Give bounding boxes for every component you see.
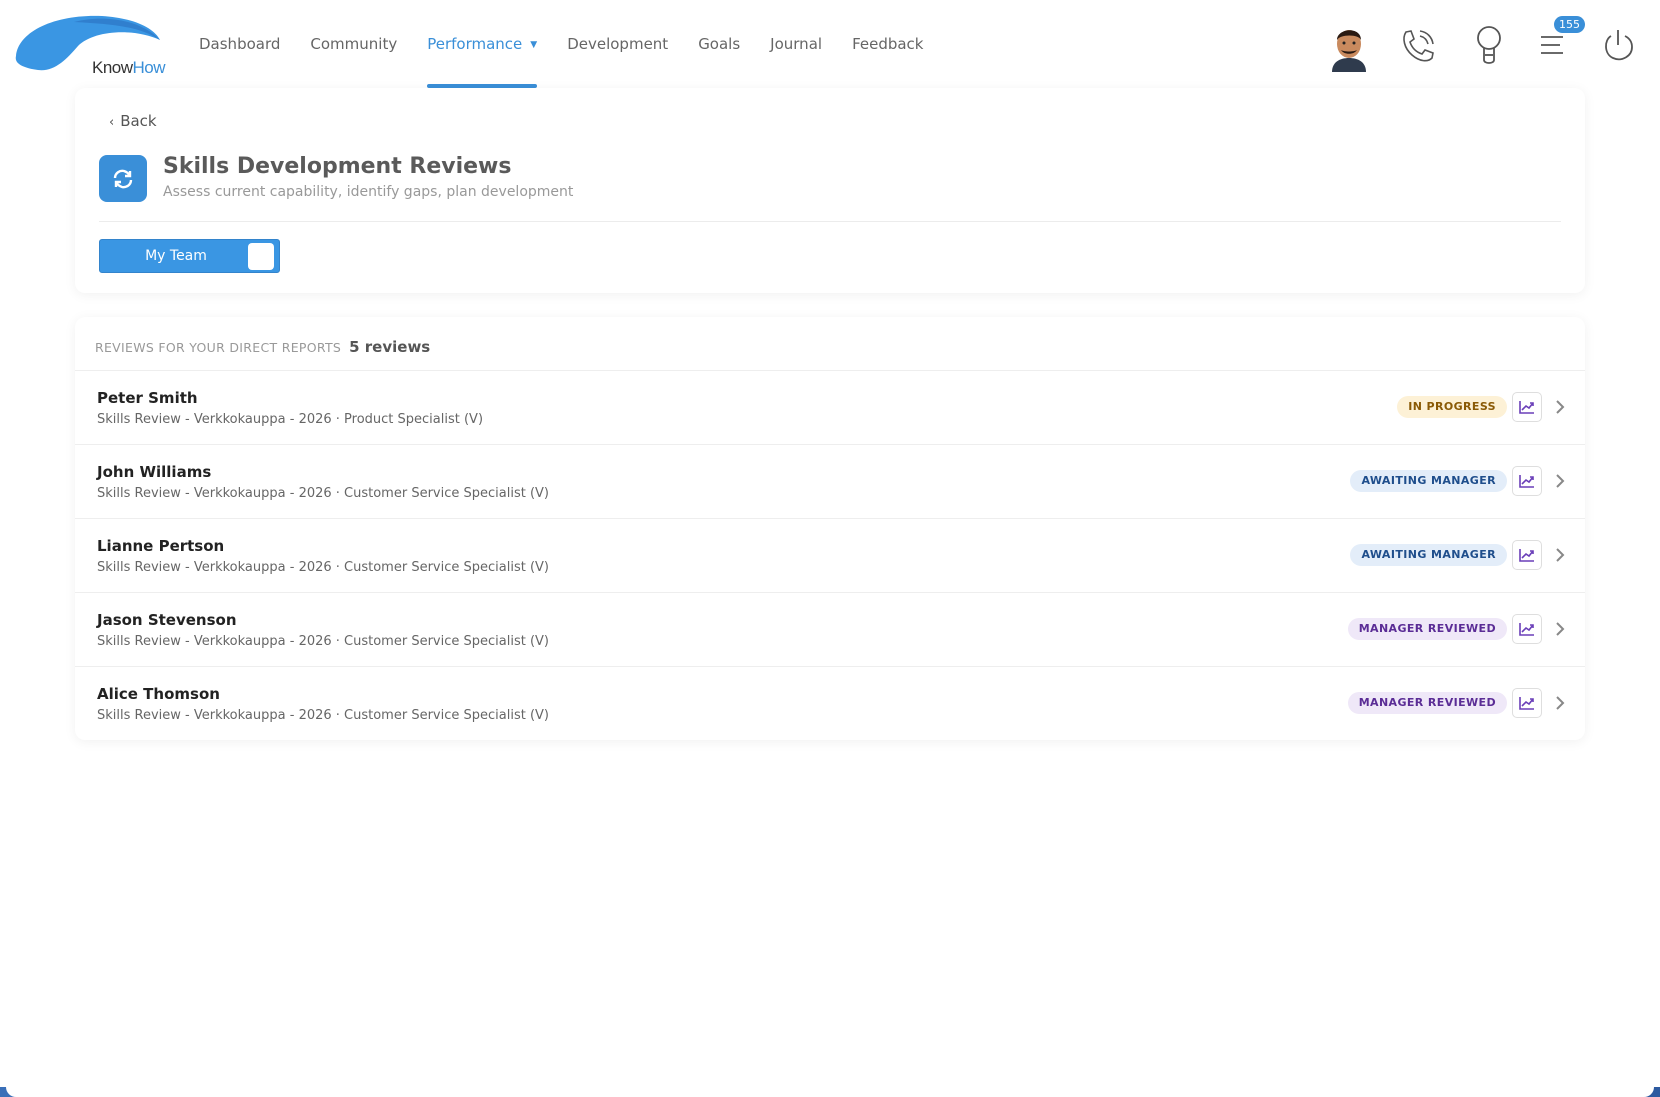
knowhow-logo[interactable]: KnowHow	[14, 14, 166, 77]
reviews-list-card: REVIEWS FOR YOUR DIRECT REPORTS 5 reviews…	[75, 317, 1585, 740]
chevron-right-icon[interactable]	[1553, 543, 1567, 567]
review-count: 5 reviews	[349, 338, 431, 356]
chevron-down-icon: ▼	[530, 39, 538, 50]
status-badge: MANAGER REVIEWED	[1347, 618, 1507, 640]
nav-item-community[interactable]: Community	[310, 0, 397, 88]
line-chart-icon	[1519, 549, 1534, 562]
line-chart-icon	[1519, 697, 1534, 710]
status-badge: AWAITING MANAGER	[1350, 470, 1507, 492]
status-badge: IN PROGRESS	[1397, 396, 1507, 418]
nav-item-development[interactable]: Development	[567, 0, 668, 88]
employee-name: Peter Smith	[97, 389, 198, 407]
list-header: REVIEWS FOR YOUR DIRECT REPORTS 5 reviews	[95, 335, 430, 359]
review-description: Skills Review - Verkkokauppa - 2026 · Cu…	[97, 708, 549, 723]
divider	[99, 221, 1561, 222]
lightbulb-icon[interactable]	[1472, 24, 1506, 68]
review-description: Skills Review - Verkkokauppa - 2026 · Cu…	[97, 560, 549, 575]
review-description: Skills Review - Verkkokauppa - 2026 · Cu…	[97, 486, 549, 501]
page-header-card: ‹ Back Skills Development Reviews Assess …	[75, 88, 1585, 293]
review-row[interactable]: Lianne Pertson Skills Review - Verkkokaup…	[75, 519, 1585, 593]
line-chart-icon	[1519, 475, 1534, 488]
page-title: Skills Development Reviews	[163, 154, 512, 179]
review-description: Skills Review - Verkkokauppa - 2026 · Cu…	[97, 634, 549, 649]
line-chart-icon	[1519, 623, 1534, 636]
avatar[interactable]	[1326, 22, 1372, 72]
employee-name: Lianne Pertson	[97, 537, 225, 555]
chevron-right-icon[interactable]	[1553, 469, 1567, 493]
refresh-icon	[99, 155, 147, 202]
back-link[interactable]: ‹ Back	[109, 112, 157, 130]
main-nav: Dashboard Community Performance ▼ Develop…	[199, 0, 954, 90]
chevron-right-icon[interactable]	[1553, 395, 1567, 419]
line-chart-icon	[1519, 401, 1534, 414]
view-chart-button[interactable]	[1512, 540, 1542, 570]
page-subtitle: Assess current capability, identify gaps…	[163, 184, 574, 200]
my-team-toggle[interactable]: My Team	[99, 239, 280, 273]
toggle-label: My Team	[145, 248, 207, 264]
nav-item-feedback[interactable]: Feedback	[852, 0, 923, 88]
nav-item-journal[interactable]: Journal	[770, 0, 822, 88]
review-row[interactable]: Peter Smith Skills Review - Verkkokauppa …	[75, 371, 1585, 445]
employee-name: John Williams	[97, 463, 212, 481]
view-chart-button[interactable]	[1512, 614, 1542, 644]
logo-wordmark: KnowHow	[92, 58, 166, 77]
review-row[interactable]: Jason Stevenson Skills Review - Verkkokau…	[75, 593, 1585, 667]
menu-icon[interactable]	[1538, 30, 1568, 60]
review-description: Skills Review - Verkkokauppa - 2026 · Pr…	[97, 412, 484, 427]
nav-item-dashboard[interactable]: Dashboard	[199, 0, 280, 88]
review-row[interactable]: John Williams Skills Review - Verkkokaupp…	[75, 445, 1585, 519]
employee-name: Jason Stevenson	[97, 611, 237, 629]
view-chart-button[interactable]	[1512, 688, 1542, 718]
review-row[interactable]: Alice Thomson Skills Review - Verkkokaupp…	[75, 667, 1585, 741]
view-chart-button[interactable]	[1512, 466, 1542, 496]
status-badge: AWAITING MANAGER	[1350, 544, 1507, 566]
view-chart-button[interactable]	[1512, 392, 1542, 422]
chevron-left-icon: ‹	[109, 115, 115, 130]
phone-icon[interactable]	[1398, 26, 1438, 66]
power-icon[interactable]	[1600, 26, 1636, 64]
list-heading: REVIEWS FOR YOUR DIRECT REPORTS	[95, 340, 342, 355]
status-badge: MANAGER REVIEWED	[1347, 692, 1507, 714]
employee-name: Alice Thomson	[97, 685, 220, 703]
chevron-right-icon[interactable]	[1553, 691, 1567, 715]
toggle-knob	[248, 243, 274, 270]
bottom-edge	[0, 1087, 1660, 1097]
nav-item-performance[interactable]: Performance ▼	[427, 0, 537, 88]
nav-item-goals[interactable]: Goals	[698, 0, 740, 88]
notification-count-badge: 155	[1554, 16, 1585, 33]
top-navigation-bar: KnowHow Dashboard Community Performance ▼…	[0, 0, 1660, 90]
chevron-right-icon[interactable]	[1553, 617, 1567, 641]
